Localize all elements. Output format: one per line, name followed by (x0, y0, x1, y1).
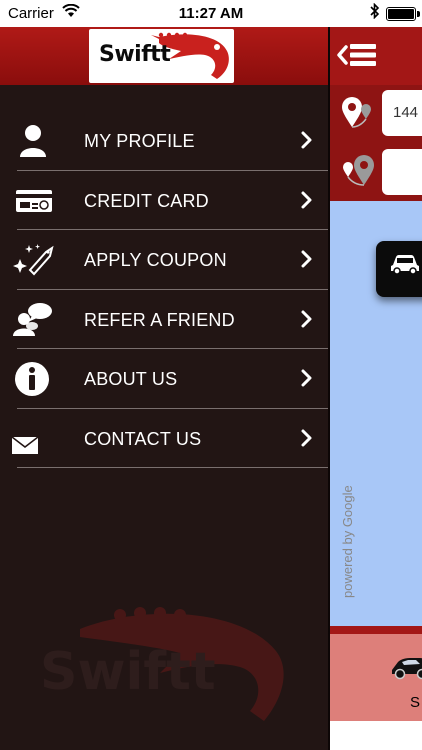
booking-bar[interactable]: S (330, 626, 422, 721)
main-panel: 144 powered by Google S (328, 27, 422, 750)
menu-item-label: APPLY COUPON (84, 250, 227, 270)
chevron-right-icon (300, 190, 314, 210)
menu-item-label: CONTACT US (84, 428, 202, 449)
menu-item-apply-coupon[interactable]: APPLY COUPON (0, 230, 328, 290)
app-logo: Swiftt (89, 29, 234, 83)
menu-item-label: MY PROFILE (84, 131, 195, 151)
status-time: 11:27 AM (178, 5, 244, 22)
route-inputs: 144 (330, 85, 422, 201)
battery-icon (386, 7, 420, 21)
map-view[interactable]: powered by Google (330, 201, 422, 626)
coupon-tag-icon (10, 242, 56, 278)
svg-text:Swiftt: Swiftt (40, 642, 216, 702)
chevron-right-icon (300, 249, 314, 269)
menu-item-refer-a-friend[interactable]: REFER A FRIEND (0, 290, 328, 349)
chevron-right-icon (300, 130, 314, 150)
credit-card-icon (10, 183, 56, 219)
attribution-text: powered by Google (340, 485, 355, 598)
bluetooth-icon (370, 2, 380, 23)
map-attribution: powered by Google (330, 463, 360, 603)
menu-item-label: REFER A FRIEND (84, 309, 235, 330)
bottom-strip (330, 721, 422, 750)
menu-item-contact-us[interactable]: CONTACT US (0, 409, 328, 468)
chevron-right-icon (300, 428, 314, 448)
drawer-menu: MY PROFILE CREDIT CARD APPLY COUPON REFE… (0, 111, 328, 468)
person-icon (10, 123, 56, 159)
menu-item-my-profile[interactable]: MY PROFILE (0, 111, 328, 171)
chevron-right-icon (300, 309, 314, 329)
dropoff-pin-icon (340, 155, 376, 187)
mail-icon (10, 421, 56, 457)
menu-item-label: ABOUT US (84, 369, 178, 389)
chevron-right-icon (300, 368, 314, 388)
refer-friend-icon (10, 302, 56, 338)
drawer-header: Swiftt (0, 27, 328, 85)
menu-divider (17, 467, 328, 468)
car-icon (391, 255, 419, 275)
status-bar: Carrier 11:27 AM (0, 0, 422, 27)
logo-text: Swiftt (99, 42, 171, 67)
booking-label: S (410, 694, 421, 711)
side-drawer: Swiftt MY PROFILE CREDIT CARD APPLY COUP… (0, 27, 328, 750)
info-icon (10, 361, 56, 397)
main-header (330, 27, 422, 85)
dropoff-address-field[interactable] (382, 149, 422, 195)
sedan-icon (392, 658, 422, 680)
car-type-button[interactable] (376, 241, 422, 297)
menu-toggle-button[interactable] (336, 41, 380, 69)
menu-item-about-us[interactable]: ABOUT US (0, 349, 328, 409)
menu-item-credit-card[interactable]: CREDIT CARD (0, 171, 328, 230)
pickup-pin-icon (340, 97, 376, 129)
menu-item-label: CREDIT CARD (84, 190, 209, 211)
pickup-address-field[interactable]: 144 (382, 90, 422, 136)
watermark-logo: Swiftt (40, 597, 290, 727)
